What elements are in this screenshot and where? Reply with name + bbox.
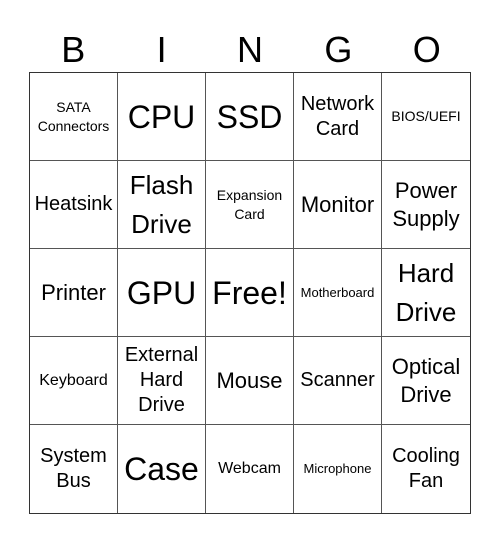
cell-label: GPU — [127, 274, 196, 312]
cell-label-line: Keyboard — [39, 371, 108, 389]
cell-label-line: Monitor — [300, 191, 375, 217]
cell-label-line: Heatsink — [34, 193, 113, 215]
cell-label: Network Card — [301, 92, 374, 142]
cell-label: Hard Drive — [396, 254, 457, 332]
cell-label-line: Drive — [395, 296, 457, 327]
cell-label: Expansion Card — [217, 186, 282, 224]
cell-label: Webcam — [218, 459, 281, 479]
cell-label-line: Optical — [391, 353, 461, 379]
cell-label-line: Hard — [397, 257, 455, 288]
bingo-cell[interactable]: Cooling Fan — [382, 425, 470, 513]
cell-label-line: Hard — [139, 369, 184, 391]
cell-label-line: BIOS/UEFI — [391, 108, 461, 124]
cell-label-line: Cooling — [392, 445, 460, 467]
cell-label-line: Motherboard — [300, 284, 375, 300]
header-letter-g: G — [324, 29, 353, 70]
cell-label: Power Supply — [392, 177, 459, 233]
cell-label-line: Drive — [400, 381, 452, 407]
cell-label-line: Card — [315, 117, 360, 140]
bingo-header: B I N G O — [29, 28, 471, 72]
cell-label-line: GPU — [126, 274, 197, 311]
cell-label-line: Card — [234, 205, 265, 222]
bingo-cell[interactable]: Network Card — [294, 73, 382, 161]
cell-label-line: Drive — [131, 208, 192, 239]
bingo-cell[interactable]: Hard Drive — [382, 249, 470, 337]
cell-label-line: Bus — [56, 470, 91, 492]
cell-label: Case — [124, 450, 199, 488]
header-letter-o: O — [412, 29, 441, 70]
cell-label-line: Connectors — [37, 117, 110, 134]
cell-label-line: Printer — [41, 279, 106, 305]
cell-label-line: Webcam — [218, 460, 281, 477]
cell-label: Microphone — [304, 461, 372, 477]
bingo-cell[interactable]: Printer — [30, 249, 118, 337]
bingo-cell[interactable]: Monitor — [294, 161, 382, 249]
cell-label: CPU — [128, 98, 196, 136]
cell-label-line: Microphone — [303, 461, 372, 476]
cell-label-line: Scanner — [300, 369, 375, 391]
bingo-cell[interactable]: Motherboard — [294, 249, 382, 337]
bingo-card-grid: SATA Connectors CPU SSD Network Card BIOS/UEFI… — [29, 72, 471, 514]
cell-label: Motherboard — [301, 285, 375, 301]
cell-label: Monitor — [301, 191, 374, 219]
bingo-cell[interactable]: Webcam — [206, 425, 294, 513]
cell-label: Keyboard — [39, 371, 108, 391]
bingo-cell[interactable]: External Hard Drive — [118, 337, 206, 425]
cell-label: Scanner — [300, 368, 375, 393]
cell-label-line: System — [40, 445, 107, 467]
bingo-cell[interactable]: Microphone — [294, 425, 382, 513]
bingo-cell[interactable]: Scanner — [294, 337, 382, 425]
cell-label: Printer — [41, 279, 106, 307]
cell-label-line: Expansion — [216, 186, 283, 203]
bingo-cell[interactable]: CPU — [118, 73, 206, 161]
cell-label: SATA Connectors — [38, 98, 110, 136]
cell-label: Cooling Fan — [392, 444, 460, 494]
cell-label-line: SSD — [216, 98, 283, 135]
bingo-cell[interactable]: Mouse — [206, 337, 294, 425]
cell-label-line: Power — [394, 177, 458, 203]
cell-label: Flash Drive — [130, 166, 194, 244]
cell-label-line: Network — [300, 92, 375, 115]
cell-label-line: SATA — [56, 98, 91, 115]
bingo-cell[interactable]: SATA Connectors — [30, 73, 118, 161]
bingo-cell[interactable]: Optical Drive — [382, 337, 470, 425]
bingo-cell[interactable]: GPU — [118, 249, 206, 337]
cell-label: SSD — [217, 98, 283, 136]
bingo-cell[interactable]: Expansion Card — [206, 161, 294, 249]
cell-label-line: Supply — [392, 205, 460, 231]
cell-label-line: Drive — [138, 394, 185, 416]
cell-label: System Bus — [40, 444, 107, 494]
header-letter-n: N — [236, 29, 263, 70]
bingo-cell[interactable]: Case — [118, 425, 206, 513]
cell-label: Heatsink — [35, 192, 113, 217]
header-letter-i: I — [156, 29, 167, 70]
cell-label: Mouse — [216, 367, 282, 395]
cell-label-line: Free! — [212, 274, 287, 311]
cell-label-line: Mouse — [216, 367, 283, 393]
bingo-cell-free[interactable]: Free! — [206, 249, 294, 337]
bingo-cell[interactable]: Power Supply — [382, 161, 470, 249]
cell-label: Free! — [212, 274, 287, 312]
cell-label: Optical Drive — [392, 353, 460, 409]
header-letter-b: B — [61, 29, 86, 70]
bingo-cell[interactable]: Flash Drive — [118, 161, 206, 249]
cell-label-line: Flash — [129, 169, 194, 200]
cell-label-line: CPU — [127, 98, 196, 135]
cell-label: BIOS/UEFI — [391, 107, 460, 126]
bingo-cell[interactable]: Keyboard — [30, 337, 118, 425]
bingo-cell[interactable]: SSD — [206, 73, 294, 161]
bingo-cell[interactable]: System Bus — [30, 425, 118, 513]
bingo-cell[interactable]: BIOS/UEFI — [382, 73, 470, 161]
cell-label-line: External — [124, 344, 199, 366]
cell-label-line: Case — [124, 451, 199, 487]
cell-label: External Hard Drive — [125, 343, 198, 418]
cell-label-line: Fan — [408, 470, 444, 492]
bingo-cell[interactable]: Heatsink — [30, 161, 118, 249]
